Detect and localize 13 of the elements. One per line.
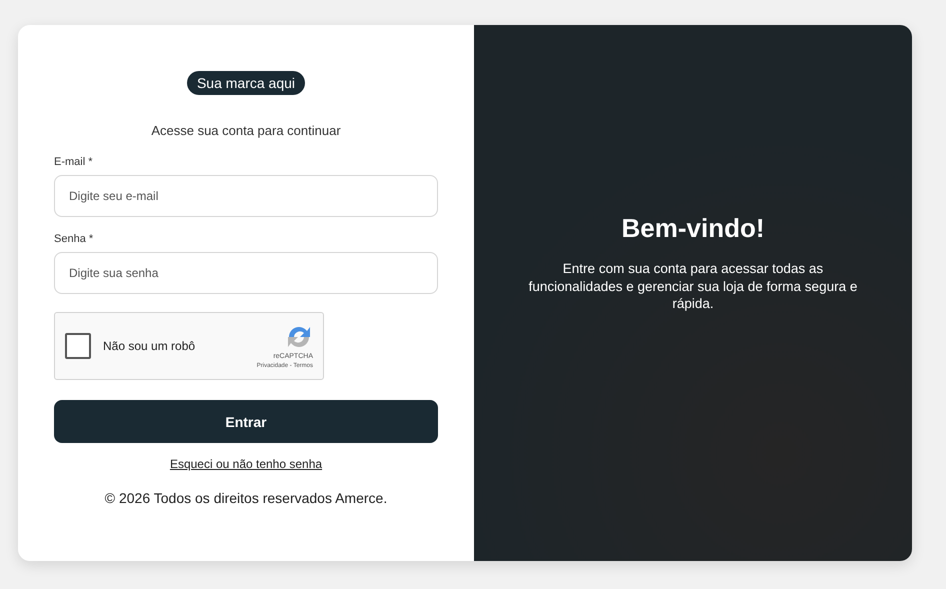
welcome-title: Bem-vindo! bbox=[622, 213, 764, 244]
welcome-text: Entre com sua conta para acessar todas as funcionalidades e gerenciar sua loja de forma segura e rápida. bbox=[528, 260, 858, 313]
checkbox[interactable] bbox=[65, 333, 91, 359]
field-label: Senha * bbox=[54, 233, 94, 245]
forgot-password-link[interactable]: Esqueci ou não tenho senha bbox=[170, 457, 322, 471]
brand-badge: Sua marca aqui bbox=[186, 71, 306, 95]
subtitle: Acesse sua conta para continuar bbox=[151, 123, 341, 138]
copyright-text: © 2026 Todos os direitos reservados Amerce. bbox=[104, 490, 388, 506]
login-button[interactable]: Entrar bbox=[54, 400, 438, 443]
input-field[interactable]: Digite seu e-mail bbox=[54, 175, 438, 217]
captcha-label: Não sou um robô bbox=[103, 339, 196, 353]
field-label: E-mail * bbox=[54, 156, 94, 168]
input-field[interactable]: Digite sua senha bbox=[54, 252, 438, 294]
